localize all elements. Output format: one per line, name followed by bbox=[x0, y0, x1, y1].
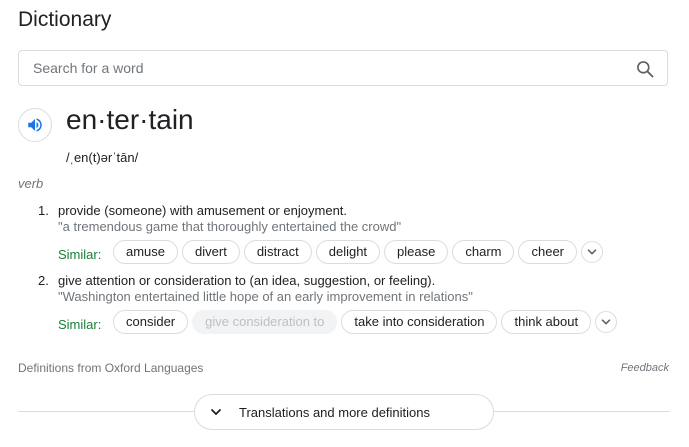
synonym-chip-amuse[interactable]: amuse bbox=[113, 240, 179, 264]
part-of-speech: verb bbox=[18, 176, 44, 191]
feedback-link[interactable]: Feedback bbox=[621, 361, 669, 375]
chevron-down-icon bbox=[210, 405, 224, 419]
chevron-down-icon bbox=[601, 319, 611, 325]
synonym-chip-distract[interactable]: distract bbox=[243, 240, 312, 264]
sense-1-similar-label: Similar: bbox=[58, 247, 102, 262]
synonym-chip-cheer[interactable]: cheer bbox=[518, 240, 578, 264]
pronunciation-audio-button[interactable] bbox=[18, 108, 52, 142]
synonym-chip-please[interactable]: please bbox=[384, 240, 449, 264]
sense-number: 2. bbox=[38, 273, 49, 288]
sense-2-similar-chips: consider give consideration to take into… bbox=[113, 310, 618, 334]
synonym-chip-give-consideration-to: give consideration to bbox=[192, 310, 338, 334]
sense-2-example: "Washington entertained little hope of a… bbox=[58, 289, 473, 304]
synonym-chip-delight[interactable]: delight bbox=[315, 240, 381, 264]
synonym-chip-take-into-consideration[interactable]: take into consideration bbox=[341, 310, 498, 334]
expand-synonyms-button[interactable] bbox=[581, 241, 604, 263]
search-input[interactable] bbox=[33, 51, 623, 85]
chevron-down-icon bbox=[587, 249, 597, 255]
sense-1-example: "a tremendous game that thoroughly enter… bbox=[58, 219, 402, 234]
search-icon[interactable] bbox=[635, 59, 655, 79]
synonym-chip-charm[interactable]: charm bbox=[452, 240, 515, 264]
sense-number: 1. bbox=[38, 203, 49, 218]
synonym-chip-divert[interactable]: divert bbox=[182, 240, 240, 264]
phonetic-transcription: /ˌen(t)ərˈtān/ bbox=[66, 150, 139, 165]
sense-1-definition: provide (someone) with amusement or enjo… bbox=[58, 203, 348, 218]
sense-2-definition: give attention or consideration to (an i… bbox=[58, 273, 436, 288]
definitions-source: Definitions from Oxford Languages bbox=[18, 361, 204, 375]
translations-more-definitions-button[interactable]: Translations and more definitions bbox=[194, 394, 494, 430]
synonym-chip-consider[interactable]: consider bbox=[113, 310, 189, 334]
search-box[interactable] bbox=[18, 50, 668, 86]
sense-1: 1. bbox=[38, 202, 49, 220]
page-title: Dictionary bbox=[18, 8, 112, 31]
headword: en·ter·tain bbox=[66, 104, 194, 135]
more-definitions-label: Translations and more definitions bbox=[239, 404, 431, 420]
synonym-chip-think-about[interactable]: think about bbox=[501, 310, 592, 334]
speaker-icon bbox=[26, 116, 44, 134]
sense-2: 2. bbox=[38, 272, 49, 290]
sense-2-similar-label: Similar: bbox=[58, 317, 102, 332]
sense-1-similar-chips: amuse divert distract delight please cha… bbox=[113, 240, 604, 264]
expand-synonyms-button[interactable] bbox=[595, 311, 618, 333]
